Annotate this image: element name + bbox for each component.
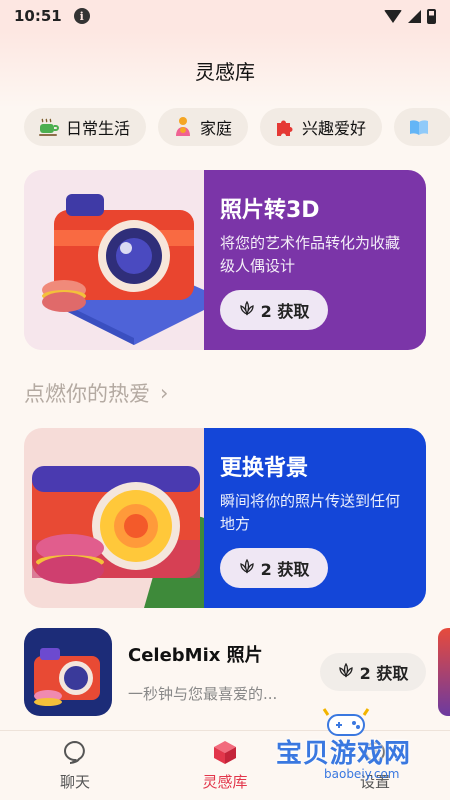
site-watermark: 宝贝游戏网 baobeiy.com [270, 705, 430, 785]
lotus-icon [239, 300, 255, 320]
info-icon: i [73, 8, 90, 24]
card-panel: 照片转3D 将您的艺术作品转化为收藏级人偶设计 2 获取 [204, 170, 426, 350]
feature-card-photo-3d[interactable]: 照片转3D 将您的艺术作品转化为收藏级人偶设计 2 获取 [24, 170, 426, 350]
chip-label: 家庭 [200, 119, 233, 138]
puzzle-icon [274, 116, 296, 138]
chevron-right-icon: › [160, 381, 169, 405]
list-item-name: CelebMix 照片 [128, 644, 263, 666]
section-header[interactable]: 点燃你的热爱 › [24, 378, 168, 408]
cube-icon [214, 741, 236, 764]
category-chips: 日常生活 家庭 兴趣爱好 [24, 108, 450, 148]
chip-reading[interactable] [394, 108, 450, 146]
section-title: 点燃你的热爱 [24, 382, 150, 406]
status-icons [384, 8, 436, 24]
card-title: 照片转3D [220, 198, 320, 223]
tab-label: 灵感库 [202, 773, 248, 791]
chip-family[interactable]: 家庭 [158, 108, 249, 146]
family-icon [172, 116, 194, 138]
status-time: 10:51 [14, 7, 62, 25]
get-button-label: 2 获取 [359, 664, 409, 683]
get-button[interactable]: 2 获取 [220, 290, 328, 330]
list-item-text: CelebMix 照片 一秒钟与您最喜爱的... [128, 641, 318, 704]
card-panel: 更换背景 瞬间将你的照片传送到任何地方 2 获取 [204, 428, 426, 608]
camera-illustration [24, 170, 204, 350]
camera-illustration [24, 428, 204, 608]
chip-daily-life[interactable]: 日常生活 [24, 108, 147, 146]
lotus-icon [338, 662, 354, 682]
battery-icon [427, 8, 436, 24]
celebmix-thumbnail [24, 628, 112, 716]
status-bar: 10:51 i [0, 0, 450, 32]
page-title: 灵感库 [195, 59, 255, 84]
chip-label: 兴趣爱好 [302, 119, 367, 138]
tea-cup-icon [38, 116, 60, 138]
next-item-thumbnail[interactable] [438, 628, 450, 716]
book-icon [408, 116, 430, 138]
list-item-subtitle: 一秒钟与您最喜爱的... [128, 684, 278, 703]
get-button[interactable]: 2 获取 [220, 548, 328, 588]
wifi-icon [384, 9, 402, 23]
card-description: 瞬间将你的照片传送到任何地方 [220, 492, 401, 533]
get-button-label: 2 获取 [260, 560, 310, 579]
card-description: 将您的艺术作品转化为收藏级人偶设计 [220, 234, 401, 275]
chip-label: 日常生活 [66, 119, 131, 138]
get-button[interactable]: 2 获取 [320, 653, 426, 691]
tab-label: 聊天 [59, 773, 90, 791]
app-header: 灵感库 [0, 32, 450, 108]
get-button-label: 2 获取 [260, 302, 310, 321]
signal-icon [408, 9, 421, 23]
watermark-url: baobeiy.com [324, 767, 400, 781]
chip-hobbies[interactable]: 兴趣爱好 [260, 108, 383, 146]
feature-card-change-background[interactable]: 更换背景 瞬间将你的照片传送到任何地方 2 获取 [24, 428, 426, 608]
tab-chat[interactable]: 聊天 [0, 731, 150, 800]
chat-bubble-icon [64, 740, 85, 764]
card-title: 更换背景 [220, 456, 309, 481]
watermark-text: 宝贝游戏网 [276, 739, 412, 769]
lotus-icon [239, 558, 255, 578]
